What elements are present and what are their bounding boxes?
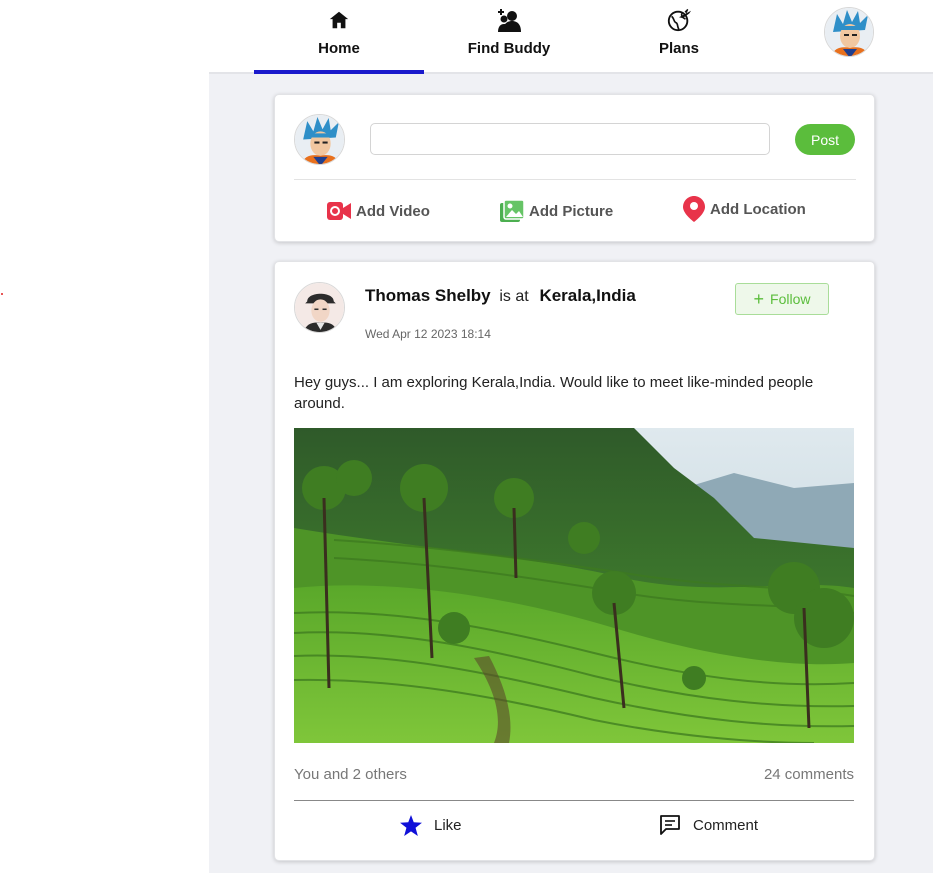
nav-label-find-buddy: Find Buddy — [467, 40, 551, 57]
post-timestamp: Wed Apr 12 2023 18:14 — [365, 327, 491, 341]
stray-dot — [1, 293, 3, 295]
nav-label-home: Home — [318, 40, 360, 57]
comment-icon — [659, 814, 681, 836]
post-input[interactable] — [370, 123, 770, 155]
comment-label: Comment — [693, 816, 759, 834]
post-divider — [294, 800, 854, 801]
add-video-button[interactable]: Add Video — [327, 198, 430, 224]
post-composer: Post Add Video Add Picture Add Location — [274, 94, 875, 242]
video-camera-icon — [327, 202, 351, 220]
plus-icon: + — [753, 289, 765, 309]
like-button[interactable]: Like — [400, 813, 462, 837]
add-person-icon — [496, 7, 522, 33]
post-image[interactable] — [294, 428, 854, 743]
follow-button[interactable]: + Follow — [735, 283, 829, 315]
user-avatar[interactable] — [824, 7, 874, 57]
post-text: Hey guys... I am exploring Kerala,India.… — [294, 374, 814, 412]
add-picture-label: Add Picture — [529, 202, 614, 220]
post-button[interactable]: Post — [795, 124, 855, 155]
home-icon — [326, 7, 352, 33]
post-location[interactable]: Kerala,India — [539, 286, 635, 305]
follow-label: Follow — [770, 291, 811, 307]
add-picture-button[interactable]: Add Picture — [500, 198, 613, 224]
nav-item-home[interactable]: Home — [254, 0, 424, 74]
likes-summary[interactable]: You and 2 others — [294, 766, 407, 783]
post-author-avatar[interactable] — [294, 282, 345, 333]
image-icon — [500, 200, 524, 222]
composer-avatar — [294, 114, 345, 165]
star-icon — [400, 814, 422, 836]
composer-divider — [294, 179, 856, 180]
comments-count[interactable]: 24 comments — [764, 766, 854, 783]
nav-item-find-buddy[interactable]: Find Buddy — [424, 0, 594, 74]
post-header: Thomas Shelby is at Kerala,India — [365, 286, 636, 306]
nav-label-plans: Plans — [658, 40, 700, 57]
post-is-at: is at — [499, 288, 529, 305]
add-location-label: Add Location — [710, 200, 806, 218]
add-video-label: Add Video — [356, 202, 430, 220]
like-label: Like — [434, 816, 462, 834]
nav-item-plans[interactable]: Plans — [594, 0, 764, 74]
post-author-name[interactable]: Thomas Shelby — [365, 286, 491, 305]
globe-plane-icon — [666, 7, 692, 33]
location-pin-icon — [683, 196, 705, 222]
add-location-button[interactable]: Add Location — [683, 196, 806, 222]
comment-button[interactable]: Comment — [659, 813, 758, 837]
post-card: Thomas Shelby is at Kerala,India Wed Apr… — [274, 261, 875, 861]
top-navigation: Home Find Buddy Plans — [209, 0, 933, 74]
